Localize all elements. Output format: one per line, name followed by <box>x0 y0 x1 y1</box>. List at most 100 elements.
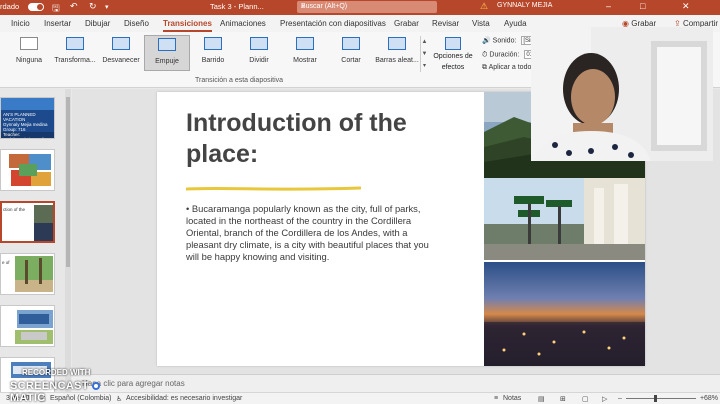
tab-insertar[interactable]: Insertar <box>44 19 71 28</box>
autosave-label: rdado <box>0 2 20 11</box>
user-name[interactable]: GYNNALY MEJIA <box>497 2 552 9</box>
qat-more-icon[interactable]: ▾ <box>105 3 109 11</box>
reveal-icon <box>296 37 314 50</box>
watermark-line1: RECORDED WITH <box>22 368 91 377</box>
thumbnail-scrollbar[interactable] <box>65 89 71 392</box>
chevron-up-icon[interactable]: ▲ <box>421 36 428 48</box>
slide-sorter-icon[interactable]: ⊞ <box>560 395 566 403</box>
transition-barrido[interactable]: Barrido <box>190 35 236 71</box>
duration-icon: ⏱ <box>482 51 488 59</box>
document-title[interactable]: Task 3 - Plann... <box>210 2 264 11</box>
search-box[interactable]: ⌕ Buscar (Alt+Q) <box>297 1 437 13</box>
thumbnail-collage-image <box>1 150 54 190</box>
thumbnail-image <box>1 306 54 346</box>
slide-thumbnail-1[interactable]: AN'S PLANNED VACATION Gynnaly Mejia medi… <box>0 97 55 139</box>
slide-title[interactable]: Introduction of the place: <box>186 108 466 170</box>
sound-label: Sonido: <box>492 37 517 45</box>
zoom-slider[interactable] <box>626 398 696 399</box>
thumbnail-text: e of <box>2 260 10 265</box>
notes-pane[interactable]: Haga clic para agregar notas <box>72 374 720 392</box>
slideshow-icon[interactable]: ▷ <box>602 395 607 403</box>
tab-diseno[interactable]: Diseño <box>124 19 149 28</box>
thumbnail-text: AN'S PLANNED VACATION Gynnaly Mejia medi… <box>3 112 49 138</box>
transition-desvanecer[interactable]: Desvanecer <box>98 35 144 71</box>
thumbnail-text: ction of the <box>3 207 26 212</box>
slide-thumbnail-3[interactable]: ction of the <box>0 201 55 243</box>
close-icon[interactable]: ✕ <box>682 1 690 12</box>
tab-animaciones[interactable]: Animaciones <box>220 19 266 28</box>
accessibility-status[interactable]: Accesibilidad: es necesario investigar <box>126 395 242 402</box>
transition-label: Cortar <box>341 57 361 64</box>
tab-dibujar[interactable]: Dibujar <box>85 19 110 28</box>
tab-grabar[interactable]: Grabar <box>394 19 419 28</box>
zoom-level[interactable]: 68% <box>704 395 718 402</box>
photo-city-night[interactable] <box>484 262 645 366</box>
zoom-slider-handle[interactable] <box>654 395 657 402</box>
transition-ninguna[interactable]: Ninguna <box>6 35 52 71</box>
chevron-down-icon[interactable]: ▼ <box>421 48 428 60</box>
watermark-line2: SCREENCAST MATIC <box>10 380 134 404</box>
title-bar: rdado 🖫 ↶ ↻ ▾ Task 3 - Plann... ⌕ Buscar … <box>0 0 720 15</box>
random-bars-icon <box>388 37 406 50</box>
transition-label: Dividir <box>249 57 269 64</box>
transition-dividir[interactable]: Dividir <box>236 35 282 71</box>
watermark-text-a: SCREENCAST <box>10 380 89 392</box>
wipe-icon <box>204 37 222 50</box>
tab-presentacion[interactable]: Presentación con diapositivas <box>280 19 386 28</box>
effect-options-button[interactable]: Opciones de efectos <box>430 35 476 75</box>
title-underline-stroke <box>186 186 361 191</box>
autosave-toggle[interactable] <box>28 3 44 11</box>
notes-button[interactable]: Notas <box>503 395 521 402</box>
apply-all-icon: ⧉ <box>482 64 487 71</box>
slide-body-text[interactable]: • Bucaramanga popularly known as the cit… <box>186 203 442 263</box>
photo-street-signs[interactable] <box>484 178 645 260</box>
transition-label: Barras aleat... <box>375 57 419 64</box>
zoom-out-icon[interactable]: – <box>618 395 622 402</box>
fade-icon <box>112 37 130 50</box>
transition-transforma[interactable]: Transforma... <box>52 35 98 71</box>
warning-icon[interactable]: ⚠ <box>480 1 488 12</box>
apply-all-button[interactable]: ⧉ Aplicar a todo <box>482 64 531 72</box>
transition-label: Empuje <box>155 58 179 65</box>
notes-icon: ≡ <box>494 395 499 402</box>
normal-view-icon[interactable]: ▤ <box>538 395 545 403</box>
apply-all-label: Aplicar a todo <box>488 64 532 71</box>
tab-transiciones[interactable]: Transiciones <box>163 19 212 32</box>
slide-thumbnail-2[interactable] <box>0 149 55 191</box>
transition-none-icon <box>20 37 38 50</box>
morph-icon <box>66 37 84 50</box>
minimize-icon[interactable]: – <box>606 1 611 11</box>
tab-vista[interactable]: Vista <box>472 19 490 28</box>
undo-icon[interactable]: ↶ <box>70 1 78 12</box>
gallery-scroll[interactable]: ▲ ▼ ▾ <box>420 36 428 72</box>
watermark-text-b: MATIC <box>10 392 46 404</box>
slide-thumbnail-pane: AN'S PLANNED VACATION Gynnaly Mejia medi… <box>0 89 71 399</box>
webcam-overlay <box>531 27 713 161</box>
transition-label: Ninguna <box>15 57 43 64</box>
cut-icon <box>342 37 360 50</box>
transition-label: Barrido <box>201 57 225 64</box>
transition-cortar[interactable]: Cortar <box>328 35 374 71</box>
duration-label: Duración: <box>489 51 520 59</box>
reading-view-icon[interactable]: ▢ <box>582 395 589 403</box>
effect-options-line2: efectos <box>441 64 465 71</box>
split-icon <box>250 37 268 50</box>
transition-mostrar[interactable]: Mostrar <box>282 35 328 71</box>
transition-barras[interactable]: Barras aleat... <box>374 35 420 71</box>
tab-ayuda[interactable]: Ayuda <box>504 19 527 28</box>
push-icon <box>158 38 176 51</box>
effect-options-line1: Opciones de <box>433 53 473 60</box>
slide-thumbnail-4[interactable]: e of <box>0 253 55 295</box>
tab-revisar[interactable]: Revisar <box>432 19 459 28</box>
search-placeholder: Buscar (Alt+Q) <box>301 3 348 10</box>
transition-label: Transforma... <box>54 57 96 64</box>
slide-thumbnail-5[interactable] <box>0 305 55 347</box>
redo-icon[interactable]: ↻ <box>89 1 97 12</box>
restore-icon[interactable]: □ <box>640 1 645 11</box>
gallery-more-icon[interactable]: ▾ <box>421 60 428 72</box>
scrollbar-thumb[interactable] <box>66 97 70 267</box>
ribbon-group-label: Transición a esta diapositiva <box>195 77 284 84</box>
effect-options-icon <box>445 37 461 50</box>
transition-empuje[interactable]: Empuje <box>144 35 190 71</box>
tab-inicio[interactable]: Inicio <box>11 19 30 28</box>
